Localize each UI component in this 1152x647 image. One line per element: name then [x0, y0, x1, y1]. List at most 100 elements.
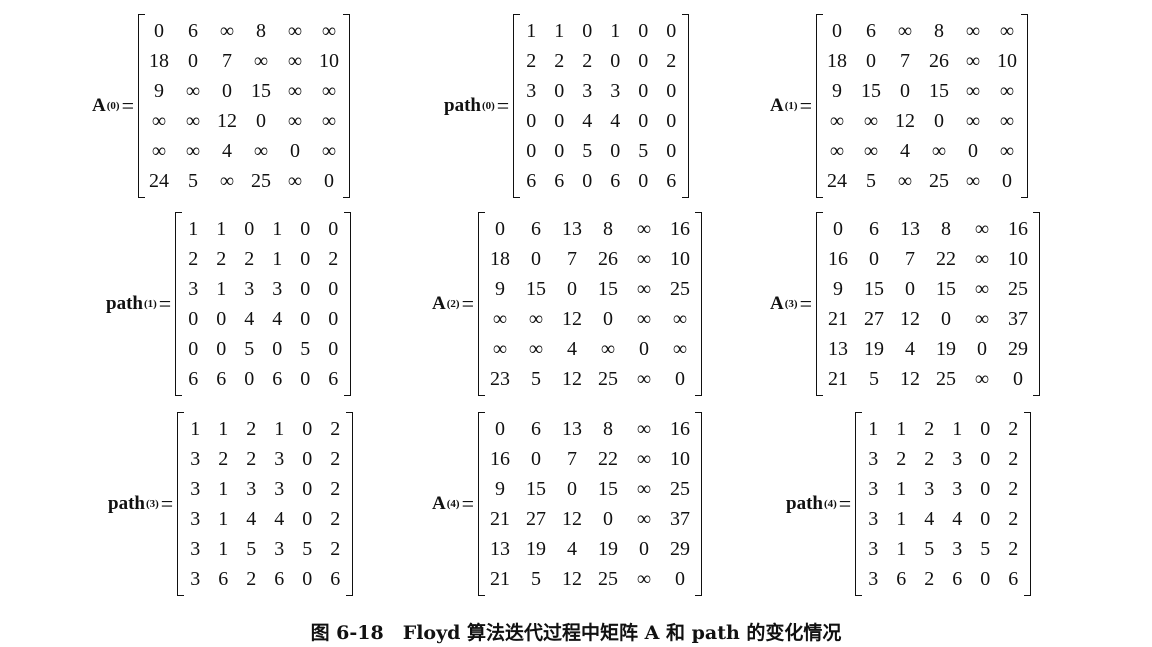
matrix-label: A (3) =	[770, 291, 812, 316]
matrix-cell: 15	[860, 79, 881, 102]
matrix-cell: 6	[666, 169, 677, 192]
matrix-cell: 1	[896, 507, 907, 530]
matrix-cell: ∞	[974, 277, 990, 300]
matrix-cell: 19	[525, 537, 546, 560]
matrix-cell: 6	[526, 169, 537, 192]
matrix-cell: 0	[638, 109, 649, 132]
matrix-cell: ∞	[185, 109, 201, 132]
matrix-cell: ∞	[321, 79, 337, 102]
matrix-cell: ∞	[965, 169, 981, 192]
matrix-block-a4: A (4) = 0 6 13 8 ∞ 16 16 0 7 22 ∞ 10 9 15 0 15 ∞ 25 21 27 12 0 ∞…	[432, 412, 702, 596]
matrix-cell: 15	[525, 277, 546, 300]
matrix-cell: 10	[669, 447, 690, 470]
matrix-cell: ∞	[321, 19, 337, 42]
matrix-cell: 18	[489, 247, 510, 270]
matrix-cell: ∞	[636, 477, 652, 500]
matrix-cell: 10	[1007, 247, 1028, 270]
matrix-cell: 0	[153, 19, 164, 42]
matrix-cell: 3	[868, 507, 879, 530]
matrix-cell: 3	[868, 477, 879, 500]
matrix-cell: 0	[216, 307, 227, 330]
matrix-cell: 0	[328, 217, 339, 240]
matrix-cell: 2	[1008, 537, 1019, 560]
matrix-cell: 2	[1008, 507, 1019, 530]
matrix-cell: 12	[561, 567, 582, 590]
matrix-cell: 0	[610, 49, 621, 72]
matrix-cell: 0	[244, 367, 255, 390]
matrix-cell: 22	[597, 447, 618, 470]
matrix-cell: 18	[826, 49, 847, 72]
matrix-cell: 25	[597, 567, 618, 590]
matrix-cell: 3	[190, 447, 201, 470]
matrix-cell: 12	[561, 367, 582, 390]
matrix-cell: 5	[530, 567, 541, 590]
matrix-cell: 6	[328, 367, 339, 390]
matrix-cell: 0	[980, 447, 991, 470]
matrix-cell: 5	[924, 537, 935, 560]
matrix-cell: 6	[1008, 567, 1019, 590]
matrix-cell: 16	[1007, 217, 1028, 240]
matrix-cell: 0	[610, 139, 621, 162]
matrix-cell: ∞	[219, 19, 235, 42]
matrix-cell: ∞	[528, 307, 544, 330]
matrix-cell: 0	[933, 109, 944, 132]
matrix-cell: 4	[952, 507, 963, 530]
matrix-cell: 18	[148, 49, 169, 72]
matrix-cell: 3	[190, 477, 201, 500]
matrix-cell: 9	[153, 79, 164, 102]
matrix-cell: 26	[928, 49, 949, 72]
matrix-cell: 1	[526, 19, 537, 42]
matrix-cell: 5	[980, 537, 991, 560]
matrix-cell: 2	[526, 49, 537, 72]
matrix-path1: 110100222102313300004400005050660606	[175, 212, 352, 396]
matrix-cell: 29	[669, 537, 690, 560]
matrix-cell: 1	[190, 417, 201, 440]
matrix-cell: ∞	[672, 307, 688, 330]
matrix-cell: 3	[246, 477, 257, 500]
matrix-cell: ∞	[321, 109, 337, 132]
matrix-cell: 8	[602, 217, 613, 240]
matrix-cell: 9	[831, 79, 842, 102]
matrix-block-a1: A (1) = 0 6 ∞ 8 ∞ ∞ 18 0 7 26 ∞ 10 9 15 0 15 ∞ ∞ ∞ ∞ 12 0 ∞ ∞ ∞ ∞ 4 ∞…	[770, 14, 1028, 198]
matrix-cell: 2	[1008, 447, 1019, 470]
matrix-cell: 2	[330, 447, 341, 470]
matrix-a1: 0 6 ∞ 8 ∞ ∞ 18 0 7 26 ∞ 10 9 15 0 15 ∞ ∞ ∞ ∞ 12 0 ∞ ∞ ∞ ∞ 4 ∞ 0 ∞ 24 5 ∞…	[815, 14, 1028, 198]
matrix-cell: 8	[940, 217, 951, 240]
matrix-cell: ∞	[636, 217, 652, 240]
matrix-cell: 0	[638, 19, 649, 42]
matrix-cell: ∞	[636, 417, 652, 440]
matrix-cell: 12	[561, 307, 582, 330]
matrix-cell: 24	[148, 169, 169, 192]
matrix-cell: 1	[896, 477, 907, 500]
matrix-cell: 0	[602, 307, 613, 330]
matrix-cell: 0	[638, 79, 649, 102]
matrix-label: A (2) =	[432, 291, 474, 316]
matrix-cell: ∞	[287, 109, 303, 132]
matrix-cell: 4	[274, 507, 285, 530]
matrix-cell: ∞	[863, 139, 879, 162]
matrix-path3: 112102322302313302314402315352362606	[177, 412, 354, 596]
matrix-cell: 3	[188, 277, 199, 300]
matrix-cell: 5	[187, 169, 198, 192]
matrix-cell: 15	[250, 79, 271, 102]
matrix-cell: 5	[582, 139, 593, 162]
matrix-cell: 13	[489, 537, 510, 560]
matrix-cell: 25	[1007, 277, 1028, 300]
matrix-cell: ∞	[287, 169, 303, 192]
matrix-cell: 0	[244, 217, 255, 240]
matrix-cell: 27	[863, 307, 884, 330]
matrix-cell: ∞	[999, 19, 1015, 42]
matrix-cell: 2	[244, 247, 255, 270]
matrix-cell: 21	[827, 367, 848, 390]
matrix-cell: 0	[1001, 169, 1012, 192]
matrix-cell: 37	[1007, 307, 1028, 330]
matrix-cell: 12	[216, 109, 237, 132]
matrix-cell: 3	[924, 477, 935, 500]
matrix-cell: 0	[554, 79, 565, 102]
matrix-cell: 26	[597, 247, 618, 270]
matrix-cell: 3	[190, 567, 201, 590]
matrix-cell: 1	[952, 417, 963, 440]
matrix-cell: 7	[566, 247, 577, 270]
matrix-cell: 2	[246, 567, 257, 590]
matrix-cell: 1	[274, 417, 285, 440]
